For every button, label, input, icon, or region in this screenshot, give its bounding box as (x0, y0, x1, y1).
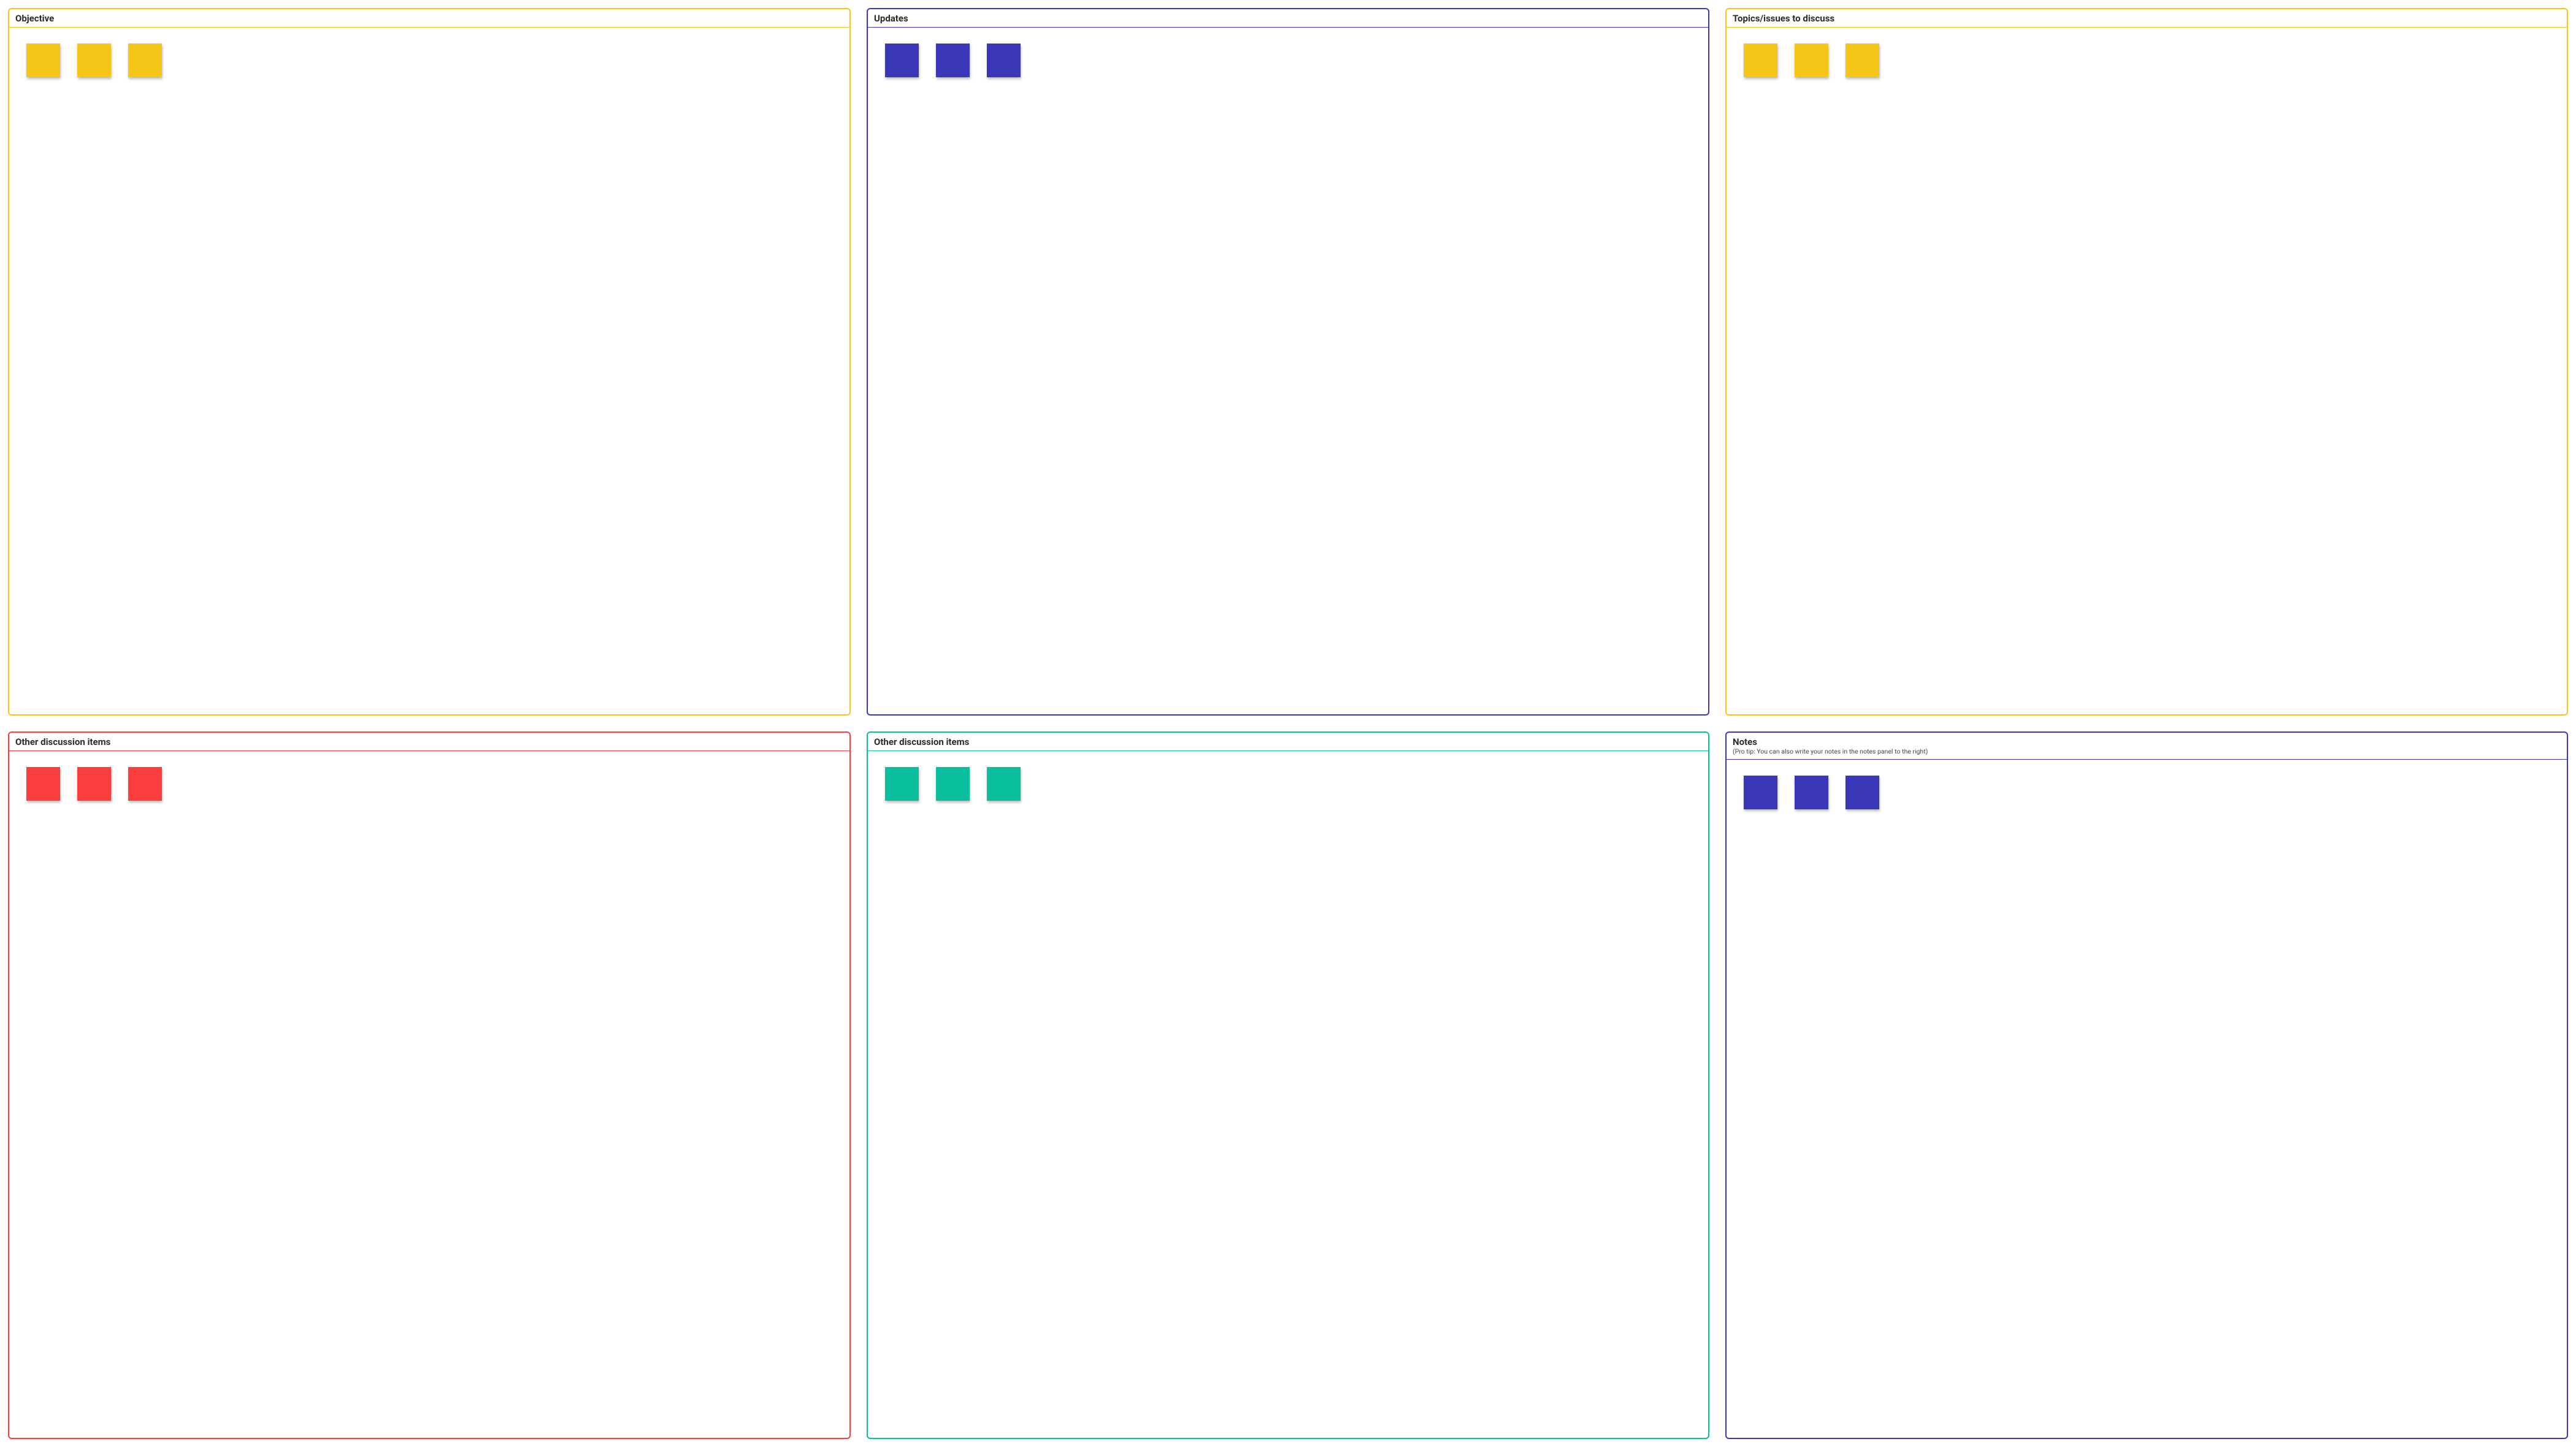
panel-title: Notes (1733, 736, 2561, 747)
sticky-note[interactable] (26, 44, 60, 77)
panel-body[interactable] (9, 751, 849, 1438)
panel-body[interactable] (1727, 760, 2567, 1438)
sticky-note[interactable] (987, 767, 1021, 801)
panel-other-discussion-2[interactable]: Other discussion items (867, 731, 1709, 1439)
panel-title: Objective (15, 13, 843, 24)
panel-objective[interactable]: Objective (8, 8, 851, 716)
sticky-note[interactable] (885, 44, 919, 77)
panel-header: Other discussion items (868, 733, 1708, 751)
sticky-note[interactable] (1744, 44, 1777, 77)
panel-body[interactable] (9, 28, 849, 714)
sticky-note[interactable] (128, 44, 162, 77)
panel-header: Objective (9, 9, 849, 28)
panel-header: Topics/issues to discuss (1727, 9, 2567, 28)
sticky-note[interactable] (936, 44, 970, 77)
panel-subtitle: (Pro tip: You can also write your notes … (1733, 748, 2561, 756)
board[interactable]: Objective Updates Topics/issues to discu… (8, 8, 2568, 1439)
panel-title: Other discussion items (15, 736, 843, 747)
sticky-note[interactable] (1846, 44, 1879, 77)
panel-other-discussion-1[interactable]: Other discussion items (8, 731, 851, 1439)
panel-topics[interactable]: Topics/issues to discuss (1725, 8, 2568, 716)
sticky-note[interactable] (1744, 776, 1777, 809)
sticky-note[interactable] (128, 767, 162, 801)
panel-header: Updates (868, 9, 1708, 28)
sticky-note[interactable] (77, 767, 111, 801)
panel-body[interactable] (868, 751, 1708, 1438)
sticky-note[interactable] (1795, 776, 1828, 809)
panel-title: Updates (874, 13, 1702, 24)
sticky-note[interactable] (885, 767, 919, 801)
sticky-note[interactable] (1795, 44, 1828, 77)
panel-header: Notes (Pro tip: You can also write your … (1727, 733, 2567, 760)
sticky-note[interactable] (1846, 776, 1879, 809)
sticky-note[interactable] (26, 767, 60, 801)
sticky-note[interactable] (77, 44, 111, 77)
panel-updates[interactable]: Updates (867, 8, 1709, 716)
panel-header: Other discussion items (9, 733, 849, 751)
panel-title: Other discussion items (874, 736, 1702, 747)
sticky-note[interactable] (936, 767, 970, 801)
panel-body[interactable] (868, 28, 1708, 714)
panel-body[interactable] (1727, 28, 2567, 714)
panel-notes[interactable]: Notes (Pro tip: You can also write your … (1725, 731, 2568, 1439)
panel-title: Topics/issues to discuss (1733, 13, 2561, 24)
sticky-note[interactable] (987, 44, 1021, 77)
